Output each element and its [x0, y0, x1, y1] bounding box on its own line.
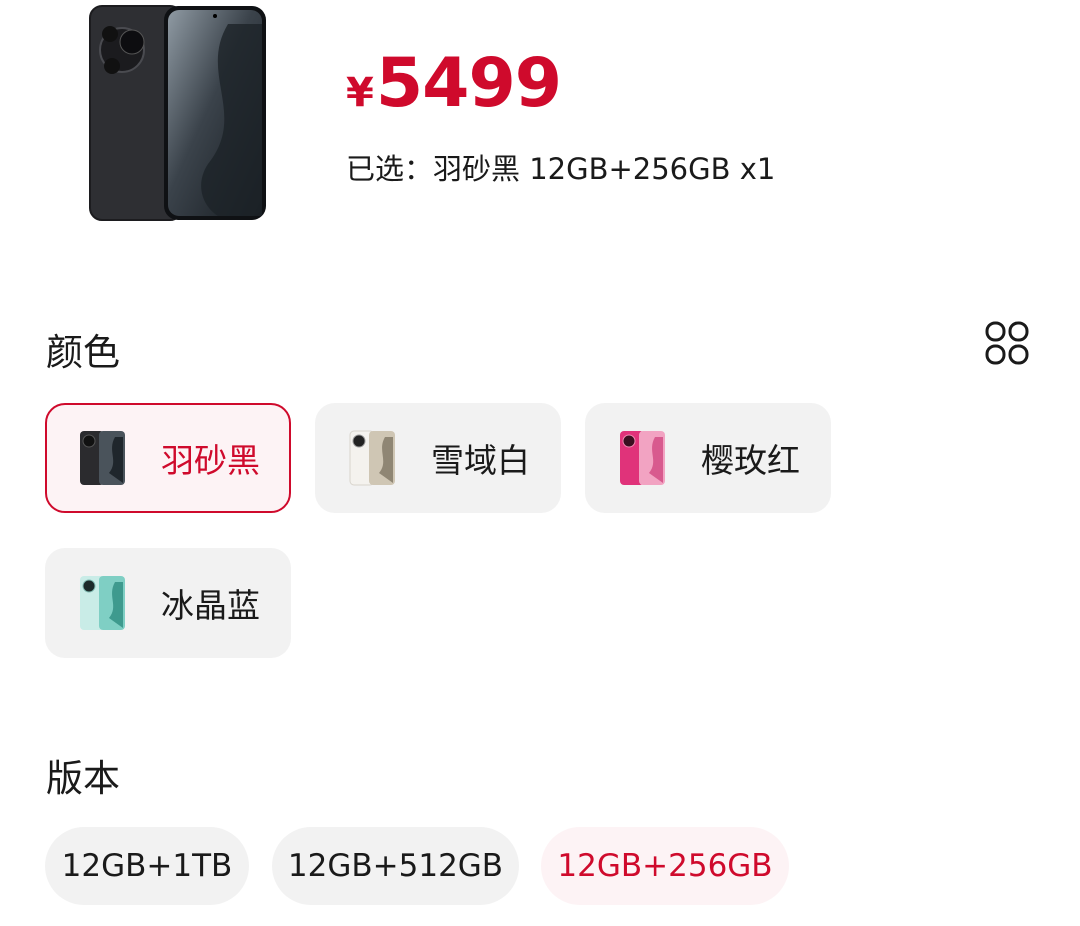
- grid-view-icon[interactable]: [984, 320, 1030, 366]
- color-option-pink[interactable]: 樱玫红: [585, 403, 831, 513]
- phone-thumbnail-icon: [79, 429, 127, 487]
- color-option-white[interactable]: 雪域白: [315, 403, 561, 513]
- product-image: [88, 4, 268, 222]
- version-option-512gb[interactable]: 12GB+512GB: [272, 827, 519, 905]
- version-option-1tb[interactable]: 12GB+1TB: [45, 827, 249, 905]
- phone-thumbnail-icon: [79, 574, 127, 632]
- phone-thumbnail-icon: [349, 429, 397, 487]
- color-label: 雪域白: [431, 441, 530, 480]
- product-price: ¥ 5499: [346, 44, 562, 123]
- version-option-256gb[interactable]: 12GB+256GB: [541, 827, 789, 905]
- currency-symbol: ¥: [346, 70, 374, 116]
- color-section-title: 颜色: [46, 331, 120, 374]
- selected-summary: 已选：羽砂黑 12GB+256GB x1: [346, 152, 776, 186]
- color-label: 羽砂黑: [161, 441, 260, 480]
- color-label: 冰晶蓝: [161, 586, 260, 625]
- version-section-title: 版本: [46, 757, 120, 800]
- color-option-blue[interactable]: 冰晶蓝: [45, 548, 291, 658]
- price-amount: 5499: [375, 44, 562, 123]
- color-option-black[interactable]: 羽砂黑: [45, 403, 291, 513]
- phone-thumbnail-icon: [619, 429, 667, 487]
- color-label: 樱玫红: [701, 441, 800, 480]
